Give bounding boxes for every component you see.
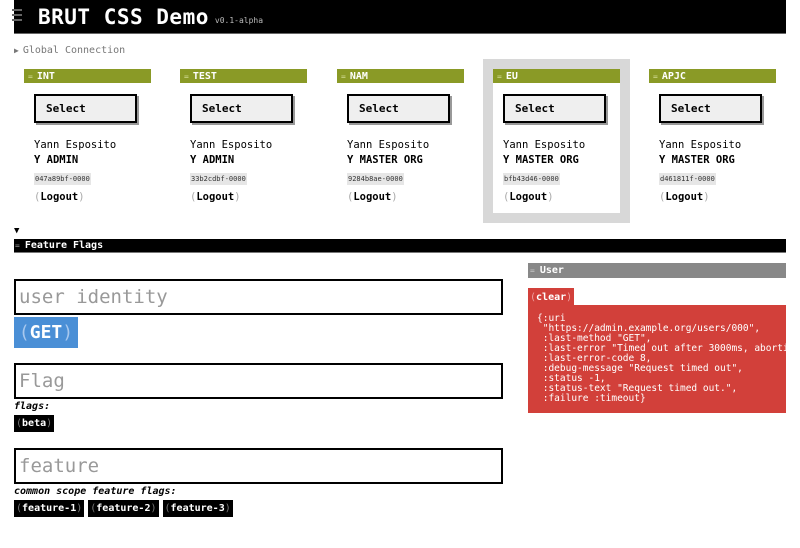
flags-label: flags: [14, 401, 51, 412]
env-name: EU [505, 70, 518, 82]
app-version: v0.1-alpha [214, 16, 264, 25]
drag-handle-icon: = [530, 266, 535, 275]
logout-button[interactable]: (Logout) [659, 191, 710, 203]
env-org: Y ADMIN [190, 154, 235, 166]
env-id: 33b2cdbf-0000 [190, 173, 247, 185]
user-panel-title: User [539, 265, 564, 276]
common-flags-label: common scope feature flags: [14, 486, 177, 497]
flags-list: (beta) [14, 415, 58, 432]
select-button[interactable]: Select [659, 94, 762, 123]
env-org: Y MASTER ORG [347, 154, 423, 166]
env-id: 9284b8ae-0000 [347, 173, 404, 185]
env-name: INT [36, 70, 55, 82]
drag-handle-icon: = [653, 71, 658, 81]
feature-chip-3[interactable]: (feature-3) [162, 500, 233, 517]
clear-button[interactable]: (clear) [528, 288, 574, 306]
app-header: BRUT CSS Demo v0.1-alpha [12, 0, 786, 34]
env-org: Y MASTER ORG [503, 154, 579, 166]
global-connection-toggle[interactable]: ▶ Global Connection [14, 45, 125, 56]
env-header: = INT [24, 69, 151, 83]
env-card-apjc: = APJC Select Yann Esposito Y MASTER ORG … [649, 69, 776, 204]
feature-chip-1[interactable]: (feature-1) [14, 500, 85, 517]
env-card-eu-selected: = EU Select Yann Esposito Y MASTER ORG bf… [483, 59, 630, 223]
environments-list: = INT Select Yann Esposito Y ADMIN 047a89… [0, 59, 800, 225]
drag-handle-icon: = [15, 241, 20, 250]
expand-triangle-icon: ▶ [14, 46, 19, 55]
logout-button[interactable]: (Logout) [503, 191, 554, 203]
env-name: NAM [349, 70, 368, 82]
select-button[interactable]: Select [347, 94, 450, 123]
env-org: Y ADMIN [34, 154, 79, 166]
env-user: Yann Esposito [190, 139, 273, 151]
env-name: TEST [192, 70, 217, 82]
env-header: = EU [493, 69, 620, 83]
env-name: APJC [661, 70, 686, 82]
env-header: = APJC [649, 69, 776, 83]
drag-handle-icon: = [497, 71, 502, 81]
select-button[interactable]: Select [34, 94, 137, 123]
menu-icon[interactable] [12, 9, 22, 23]
logout-button[interactable]: (Logout) [347, 191, 398, 203]
feature-chip-2[interactable]: (feature-2) [88, 500, 159, 517]
env-header: = TEST [180, 69, 307, 83]
drag-handle-icon: = [341, 71, 346, 81]
feature-flags-title: Feature Flags [24, 240, 104, 251]
env-card-test: = TEST Select Yann Esposito Y ADMIN 33b2c… [180, 69, 307, 204]
env-id: bfb43d46-0000 [503, 173, 560, 185]
env-user: Yann Esposito [347, 139, 430, 151]
drag-handle-icon: = [184, 71, 189, 81]
env-card-nam: = NAM Select Yann Esposito Y MASTER ORG 9… [337, 69, 464, 204]
get-button[interactable]: (GET) [14, 317, 78, 348]
app-title: BRUT CSS Demo [38, 4, 209, 29]
logout-button[interactable]: (Logout) [190, 191, 241, 203]
collapse-triangle-icon[interactable]: ▼ [14, 226, 19, 236]
flag-chip-beta[interactable]: (beta) [14, 415, 55, 432]
feature-input[interactable] [14, 448, 503, 484]
env-user: Yann Esposito [34, 139, 117, 151]
env-id: 047a89bf-0000 [34, 173, 91, 185]
common-flags-list: (feature-1) (feature-2) (feature-3) [14, 500, 237, 517]
env-id: d461811f-0000 [659, 173, 716, 185]
flag-input[interactable] [14, 363, 503, 399]
drag-handle-icon: = [28, 71, 33, 81]
logout-button[interactable]: (Logout) [34, 191, 85, 203]
user-response-output: {:uri "https://admin.example.org/users/0… [528, 305, 786, 413]
global-connection-label: Global Connection [22, 45, 126, 56]
user-identity-input[interactable] [14, 279, 503, 315]
env-user: Yann Esposito [503, 139, 586, 151]
env-card-int: = INT Select Yann Esposito Y ADMIN 047a89… [24, 69, 151, 204]
select-button[interactable]: Select [190, 94, 293, 123]
user-panel-header: = User [528, 263, 786, 278]
env-header: = NAM [337, 69, 464, 83]
feature-flags-header: = Feature Flags [14, 239, 786, 253]
select-button[interactable]: Select [503, 94, 606, 123]
env-user: Yann Esposito [659, 139, 742, 151]
env-org: Y MASTER ORG [659, 154, 735, 166]
